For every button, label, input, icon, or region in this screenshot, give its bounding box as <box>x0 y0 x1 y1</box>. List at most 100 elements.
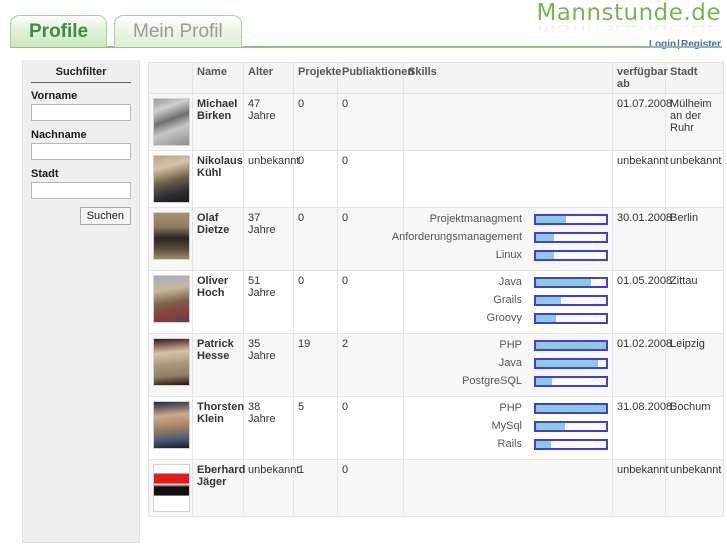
page-root: Mannstunde.de Mannstunde.de Login|Regist… <box>0 0 727 545</box>
skill-row: Projektmanagment <box>408 212 608 226</box>
cell-projekte: 0 <box>293 93 338 151</box>
profiles-table: Name Alter Projekte Publiaktionen Skills… <box>148 62 724 517</box>
skill-level-bar <box>534 231 608 243</box>
skill-row: PHP <box>408 338 608 352</box>
cell-name: Oliver Hoch <box>192 270 244 334</box>
col-stadt[interactable]: Stadt <box>665 62 724 94</box>
table-body: Michael Birken 47 Jahre 0 0 01.07.2008 Mülhei… <box>148 93 724 517</box>
skill-level-bar <box>534 294 608 306</box>
skill-level-fill <box>536 359 598 367</box>
skill-label: Grails <box>493 294 522 306</box>
col-skills[interactable]: Skills <box>403 62 613 94</box>
skill-level-bar <box>534 420 608 432</box>
col-publikationen[interactable]: Publiaktionen <box>337 62 414 94</box>
table-row[interactable]: Michael Birken 47 Jahre 0 0 01.07.2008 Mülhei… <box>148 93 724 151</box>
cell-verfuegbar-ab: unbekannt <box>612 459 668 517</box>
skill-row: Grails <box>408 293 608 307</box>
cell-skills: Projektmanagment Anforderungsmanagement Li… <box>392 207 613 271</box>
skill-row: Linux <box>408 248 608 262</box>
cell-projekte: 0 <box>293 270 338 334</box>
cell-alter: 47 Jahre <box>243 93 294 151</box>
skill-level-bar <box>534 312 608 324</box>
search-button[interactable]: Suchen <box>79 207 131 225</box>
skill-row: MySql <box>408 419 608 433</box>
skill-label: PostgreSQL <box>462 375 522 387</box>
table-row[interactable]: Nikolaus Kühl unbekannt 0 0 unbekannt unbekan… <box>148 150 724 208</box>
cell-skills <box>403 93 613 151</box>
skill-row: Anforderungsmanagement <box>392 230 608 244</box>
cell-skills: PHP Java PostgreSQL <box>403 333 613 397</box>
skill-row: Java <box>408 275 608 289</box>
skill-level-bar <box>534 213 608 225</box>
cell-stadt: Mülheim an der Ruhr <box>665 93 724 151</box>
skill-row: Java <box>408 356 608 370</box>
cell-publikationen: 0 <box>337 150 404 208</box>
cell-name: Thorsten Klein <box>192 396 244 460</box>
portrait-oliver-hoch-image <box>153 275 190 323</box>
cell-alter: 37 Jahre <box>243 207 294 271</box>
nachname-input[interactable] <box>31 143 131 160</box>
portrait-nikolaus-kuehl-image <box>153 155 190 203</box>
col-photo[interactable] <box>148 62 193 94</box>
col-name[interactable]: Name <box>192 62 244 94</box>
stadt-input[interactable] <box>31 182 131 199</box>
cell-stadt: Bochum <box>665 396 724 460</box>
tab-mein-profil[interactable]: Mein Profil <box>114 15 242 47</box>
cell-verfuegbar-ab: 30.01.2008 <box>612 207 672 271</box>
cell-stadt: Berlin <box>665 207 724 271</box>
table-row[interactable]: Olaf Dietze 37 Jahre 0 0 Projektmanagment Anf… <box>148 207 724 271</box>
skill-level-fill <box>536 296 562 304</box>
logo-asspro-image <box>153 464 190 512</box>
cell-name: Nikolaus Kühl <box>192 150 244 208</box>
skill-label: PHP <box>499 402 522 414</box>
portrait-patrick-hesse-image <box>153 338 190 386</box>
cell-verfuegbar-ab: 01.02.2008 <box>612 333 672 397</box>
skill-label: Rails <box>497 438 522 450</box>
cell-stadt: unbekannt <box>665 459 724 517</box>
cell-photo <box>148 459 193 517</box>
skill-row: PostgreSQL <box>408 374 608 388</box>
cell-projekte: 0 <box>293 150 338 208</box>
skill-row: Rails <box>408 437 608 451</box>
cell-projekte: 0 <box>293 207 338 271</box>
table-header: Name Alter Projekte Publiaktionen Skills… <box>148 62 724 94</box>
col-verfuegbar-ab[interactable]: verfügbar ab <box>612 62 668 94</box>
skill-label: Projektmanagment <box>429 213 522 225</box>
table-row[interactable]: Thorsten Klein 38 Jahre 5 0 PHP MySql Rails 31.… <box>148 396 724 460</box>
skill-label: Java <box>498 357 522 369</box>
skill-level-fill <box>536 404 606 412</box>
cell-alter: 51 Jahre <box>243 270 294 334</box>
table-row[interactable]: Oliver Hoch 51 Jahre 0 0 Java Grails Groovy 01.… <box>148 270 724 334</box>
skill-row: Groovy <box>408 311 608 325</box>
cell-name: Patrick Hesse <box>192 333 244 397</box>
table-row[interactable]: Eberhard Jäger unbekannt 1 0 unbekannt unbeka… <box>148 459 724 517</box>
cell-publikationen: 2 <box>337 333 404 397</box>
cell-stadt: unbekannt <box>665 150 724 208</box>
skill-label: Groovy <box>486 312 522 324</box>
cell-verfuegbar-ab: unbekannt <box>612 150 668 208</box>
cell-publikationen: 0 <box>337 459 404 517</box>
field-vorname-label: Vorname <box>31 90 78 102</box>
col-projekte[interactable]: Projekte <box>293 62 341 94</box>
skill-level-fill <box>536 251 554 259</box>
vorname-input[interactable] <box>31 104 131 121</box>
skill-level-fill <box>536 314 556 322</box>
col-alter[interactable]: Alter <box>243 62 294 94</box>
cell-alter: unbekannt <box>243 150 299 208</box>
skill-label: Java <box>498 276 522 288</box>
portrait-michael-birken-image <box>153 98 190 146</box>
field-nachname-label: Nachname <box>31 129 87 141</box>
skill-level-bar <box>534 339 608 351</box>
cell-photo <box>148 207 193 271</box>
tab-profile[interactable]: Profile <box>10 15 108 47</box>
skill-label: PHP <box>499 339 522 351</box>
cell-projekte: 1 <box>293 459 338 517</box>
skill-level-fill <box>536 440 552 448</box>
table-row[interactable]: Patrick Hesse 35 Jahre 19 2 PHP Java PostgreSQ… <box>148 333 724 397</box>
cell-photo <box>148 150 193 208</box>
skill-level-bar <box>534 249 608 261</box>
cell-name: Michael Birken <box>192 93 244 151</box>
field-vorname: Vorname <box>31 90 131 121</box>
cell-verfuegbar-ab: 01.05.2008 <box>612 270 672 334</box>
field-stadt: Stadt <box>31 168 131 199</box>
